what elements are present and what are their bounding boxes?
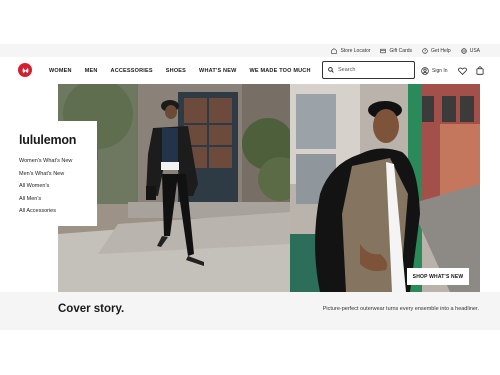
- store-locator-icon: [331, 47, 338, 54]
- main-nav: WOMEN MEN ACCESSORIES SHOES WHAT'S NEW W…: [0, 57, 500, 84]
- nav-link-shoes[interactable]: SHOES: [166, 68, 186, 74]
- nav-links: WOMEN MEN ACCESSORIES SHOES WHAT'S NEW W…: [49, 57, 311, 84]
- nav-link-whats-new[interactable]: WHAT'S NEW: [199, 68, 236, 74]
- store-locator-label: Store Locator: [340, 47, 371, 54]
- gift-cards-link[interactable]: Gift Cards: [380, 48, 412, 54]
- shopping-bag-icon[interactable]: [476, 66, 484, 75]
- lululemon-logo[interactable]: [18, 63, 32, 77]
- search-icon: [328, 67, 334, 73]
- gift-card-icon: [380, 48, 387, 53]
- heart-icon[interactable]: [457, 67, 467, 75]
- menu-link-mens-whats-new[interactable]: Men's What's New: [19, 168, 97, 181]
- menu-link-all-mens[interactable]: All Men's: [19, 193, 97, 206]
- search-box[interactable]: [322, 61, 415, 79]
- bottom-blank-strip: [0, 330, 500, 375]
- nav-link-women[interactable]: WOMEN: [49, 68, 72, 74]
- brand-menu-panel: lululemon Women's What's New Men's What'…: [0, 121, 97, 226]
- top-blank-strip: [0, 0, 500, 44]
- shop-whats-new-button[interactable]: SHOP WHAT'S NEW: [407, 268, 469, 285]
- man-street-photo-icon: [290, 84, 480, 292]
- menu-link-all-womens[interactable]: All Women's: [19, 180, 97, 193]
- get-help-label: Get Help: [430, 47, 451, 54]
- nav-link-men[interactable]: MEN: [85, 68, 98, 74]
- sign-in-label: Sign In: [432, 67, 448, 74]
- country-selector[interactable]: USA: [461, 48, 480, 54]
- gift-cards-label: Gift Cards: [389, 47, 412, 54]
- country-label: USA: [469, 47, 480, 54]
- logo-mark-icon: [22, 67, 28, 73]
- help-icon: [422, 47, 428, 54]
- nav-link-accessories[interactable]: ACCESSORIES: [111, 68, 153, 74]
- hero-photo-man: [290, 84, 480, 292]
- hero-banner[interactable]: [58, 84, 480, 292]
- nav-account-area: Sign In: [421, 57, 484, 84]
- feature-tagline: Picture-perfect outerwear turns every en…: [322, 306, 479, 312]
- sign-in-button[interactable]: Sign In: [421, 66, 448, 75]
- brand-name: lululemon: [19, 133, 77, 147]
- menu-link-womens-whats-new[interactable]: Women's What's New: [19, 155, 97, 168]
- search-input[interactable]: [338, 67, 408, 73]
- globe-icon: [461, 47, 467, 54]
- utility-bar: Store Locator Gift Cards Get Help USA: [0, 44, 500, 57]
- get-help-link[interactable]: Get Help: [422, 48, 451, 54]
- feature-title: Cover story.: [58, 303, 125, 315]
- account-icon: [421, 66, 429, 75]
- menu-link-all-accessories[interactable]: All Accessories: [19, 205, 97, 218]
- store-locator-link[interactable]: Store Locator: [331, 48, 370, 54]
- nav-link-we-made-too-much[interactable]: WE MADE TOO MUCH: [249, 68, 310, 74]
